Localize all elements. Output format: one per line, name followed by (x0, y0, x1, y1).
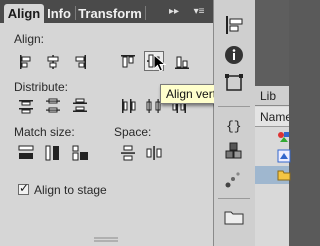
align-bottom-icon (175, 56, 189, 69)
motion-presets-tool-button[interactable] (223, 168, 245, 190)
tool-strip-divider (218, 106, 250, 107)
library-panel-header (255, 0, 289, 86)
align-to-stage-label[interactable]: Align to stage (34, 183, 107, 197)
distribute-bottom-icon (73, 98, 87, 112)
tab-transform[interactable]: Transform (77, 4, 143, 23)
align-to-stage-checkbox[interactable]: ✓ (18, 181, 30, 195)
library-panel: Lib Name (255, 0, 291, 246)
movie-clip-icon (277, 149, 291, 163)
components-cubes-icon (225, 142, 242, 159)
align-bottom-edge-button[interactable] (172, 52, 192, 72)
distribute-section-label: Distribute: (14, 80, 69, 94)
components-tool-button[interactable] (223, 140, 245, 162)
checkmark-icon: ✓ (19, 181, 30, 195)
distribute-top-edge-button[interactable] (16, 96, 36, 116)
folder-icon (224, 211, 244, 225)
panel-tab-bar: Align Info Transform ▸▸ ▾≡ (0, 0, 213, 23)
align-left-edge-button[interactable] (16, 52, 36, 72)
align-tool-button[interactable] (223, 14, 245, 36)
tab-info[interactable]: Info (44, 4, 74, 23)
list-item[interactable] (255, 147, 291, 165)
tab-divider (75, 6, 76, 20)
align-horizontal-center-icon (47, 55, 59, 69)
distribute-bottom-edge-button[interactable] (70, 96, 90, 116)
match-width-and-height-button[interactable] (70, 143, 90, 163)
space-horizontal-icon (146, 146, 162, 160)
tab-align[interactable]: Align (4, 4, 44, 23)
name-column-header[interactable]: Name (255, 107, 289, 127)
match-width-button[interactable] (16, 143, 36, 163)
align-top-edge-button[interactable] (118, 52, 138, 72)
match-height-button[interactable] (43, 143, 63, 163)
align-right-edge-button[interactable] (70, 52, 90, 72)
graphic-symbol-icon (278, 132, 289, 142)
distribute-vertical-center-button[interactable] (43, 96, 63, 116)
match-width-icon (18, 145, 34, 159)
align-panel-icon (226, 16, 243, 34)
align-top-icon (121, 55, 135, 68)
distribute-top-icon (19, 100, 33, 114)
folder-item-icon (277, 170, 291, 181)
distribute-vertical-center-icon (46, 98, 60, 113)
match-width-and-height-icon (72, 145, 88, 161)
panel-menu-button[interactable]: ▾≡ (190, 5, 208, 19)
distribute-left-edge-button[interactable] (118, 96, 138, 116)
info-icon (225, 46, 243, 64)
match-size-section-label: Match size: (14, 125, 75, 139)
space-evenly-vertically-button[interactable] (118, 143, 138, 163)
list-item[interactable] (255, 128, 289, 146)
svg-text:{}: {} (226, 119, 242, 134)
align-section-label: Align: (14, 32, 45, 46)
collapse-panel-button[interactable]: ▸▸ (166, 5, 182, 19)
tool-strip: {} (214, 0, 256, 246)
space-vertical-icon (121, 145, 135, 161)
mouse-pointer-icon (153, 54, 167, 72)
code-snippets-tool-button[interactable]: {} (223, 114, 245, 136)
library-tab[interactable]: Lib (255, 86, 289, 106)
align-horizontal-center-button[interactable] (43, 52, 63, 72)
tab-divider (145, 6, 146, 20)
list-item[interactable] (255, 166, 291, 184)
align-right-icon (75, 55, 86, 69)
align-panel: Align Info Transform ▸▸ ▾≡ Align: Distri… (0, 0, 214, 246)
info-tool-button[interactable] (223, 44, 245, 66)
code-snippets-icon: {} (226, 119, 242, 134)
project-tool-button[interactable] (223, 206, 245, 228)
resize-grip-icon[interactable] (92, 236, 120, 244)
transform-tool-button[interactable] (223, 72, 245, 94)
motion-dots-icon (225, 172, 240, 188)
match-height-icon (45, 145, 59, 161)
space-evenly-horizontally-button[interactable] (144, 143, 164, 163)
tool-strip-divider (218, 198, 250, 199)
transform-icon (225, 74, 243, 91)
space-section-label: Space: (114, 125, 152, 139)
distribute-left-icon (122, 99, 136, 113)
align-left-icon (20, 55, 31, 69)
